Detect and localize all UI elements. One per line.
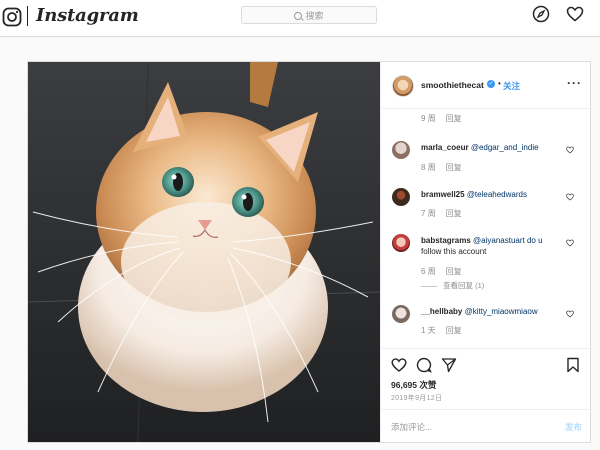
share-paper-plane-icon[interactable] bbox=[441, 357, 457, 373]
search-placeholder: 搜索 bbox=[305, 11, 324, 21]
comment-meta: 1 天 回复 bbox=[421, 325, 462, 336]
comment-time: 8 周 bbox=[421, 163, 436, 172]
bookmark-icon[interactable] bbox=[565, 357, 581, 373]
compass-icon[interactable] bbox=[532, 5, 550, 23]
view-replies-label[interactable]: 查看回复 (1) bbox=[443, 281, 484, 290]
comment-username[interactable]: __hellbaby bbox=[421, 307, 462, 316]
like-comment-heart-icon[interactable] bbox=[566, 193, 574, 201]
add-comment-bar: 添加评论... 发布 bbox=[381, 409, 592, 443]
comment-meta: 9 周 回复 bbox=[421, 113, 462, 124]
add-comment-input[interactable]: 添加评论... bbox=[391, 421, 432, 433]
reply-link[interactable]: 回复 bbox=[446, 326, 462, 335]
like-heart-icon[interactable] bbox=[391, 357, 407, 373]
post-date: 2019年9月12日 bbox=[391, 395, 443, 402]
top-nav: Instagram 搜索 bbox=[0, 0, 600, 37]
search-input[interactable]: 搜索 bbox=[241, 6, 377, 24]
comment-username[interactable]: marla_coeur bbox=[421, 143, 469, 152]
commenter-avatar[interactable] bbox=[392, 188, 410, 206]
author-username[interactable]: smoothiethecat bbox=[421, 80, 484, 90]
reply-link[interactable]: 回复 bbox=[446, 267, 462, 276]
reply-link[interactable]: 回复 bbox=[446, 163, 462, 172]
commenter-avatar[interactable] bbox=[392, 305, 410, 323]
like-comment-heart-icon[interactable] bbox=[566, 239, 574, 247]
like-comment-heart-icon[interactable] bbox=[566, 146, 574, 154]
more-options-icon[interactable]: ··· bbox=[567, 76, 582, 90]
comment-time: 9 周 bbox=[421, 114, 436, 123]
post-comment-button[interactable]: 发布 bbox=[565, 421, 582, 433]
author-avatar[interactable] bbox=[392, 75, 414, 97]
logo-divider bbox=[27, 6, 28, 26]
post-photo[interactable] bbox=[28, 62, 380, 442]
comment-text: marla_coeur @edgar_and_indie bbox=[421, 142, 539, 153]
comment-mention[interactable]: @kitty_miaowmiaow bbox=[465, 307, 538, 316]
instagram-wordmark[interactable]: Instagram bbox=[36, 5, 139, 26]
commenter-avatar[interactable] bbox=[392, 234, 410, 252]
comment-mention[interactable]: @edgar_and_indie bbox=[471, 143, 539, 152]
likes-count[interactable]: 96,695 次赞 bbox=[391, 379, 436, 391]
post-actions: 96,695 次赞 2019年9月12日 添加评论... 发布 bbox=[381, 348, 592, 443]
comment-time: 1 天 bbox=[421, 326, 436, 335]
replies-divider-line bbox=[421, 285, 437, 287]
like-comment-heart-icon[interactable] bbox=[566, 310, 574, 318]
comment-time: 6 周 bbox=[421, 267, 436, 276]
comment-meta: 8 周 回复 bbox=[421, 162, 462, 173]
post-header: smoothiethecat ✓ • 关注 ··· bbox=[381, 62, 592, 109]
reply-link[interactable]: 回复 bbox=[446, 209, 462, 218]
comment-meta: 7 周 回复 bbox=[421, 208, 462, 219]
comment-mention[interactable]: @aiyanastuart do u bbox=[473, 236, 543, 245]
comment-time: 7 周 bbox=[421, 209, 436, 218]
comment-text: babstagrams @aiyanastuart do u follow th… bbox=[421, 235, 571, 257]
comments-list[interactable]: 9 周回复 marla_coeur @edgar_and_indie 8 周回复… bbox=[381, 109, 592, 347]
cat-photo-illustration bbox=[28, 62, 380, 442]
commenter-avatar[interactable] bbox=[392, 141, 410, 159]
view-replies-link[interactable]: 查看回复 (1) bbox=[421, 280, 484, 291]
reply-link[interactable]: 回复 bbox=[446, 114, 462, 123]
comment-mention[interactable]: @teleahedwards bbox=[467, 190, 527, 199]
comment-text-line2: follow this account bbox=[421, 247, 487, 256]
comment-text: __hellbaby @kitty_miaowmiaow bbox=[421, 306, 538, 317]
instagram-glyph-icon[interactable] bbox=[2, 7, 22, 27]
comment-text: bramwell25 @teleahedwards bbox=[421, 189, 527, 200]
heart-icon[interactable] bbox=[566, 5, 584, 23]
post-sidebar: smoothiethecat ✓ • 关注 ··· 9 周回复 marla_co… bbox=[380, 62, 592, 442]
follow-button[interactable]: 关注 bbox=[503, 80, 520, 92]
verified-badge-icon: ✓ bbox=[487, 80, 495, 88]
comment-meta: 6 周 回复 bbox=[421, 266, 462, 277]
comment-username[interactable]: bramwell25 bbox=[421, 190, 465, 199]
separator-dot: • bbox=[498, 79, 501, 88]
comment-bubble-icon[interactable] bbox=[416, 357, 432, 373]
search-icon bbox=[294, 12, 303, 20]
post-card: smoothiethecat ✓ • 关注 ··· 9 周回复 marla_co… bbox=[27, 61, 592, 443]
comment-username[interactable]: babstagrams bbox=[421, 236, 471, 245]
